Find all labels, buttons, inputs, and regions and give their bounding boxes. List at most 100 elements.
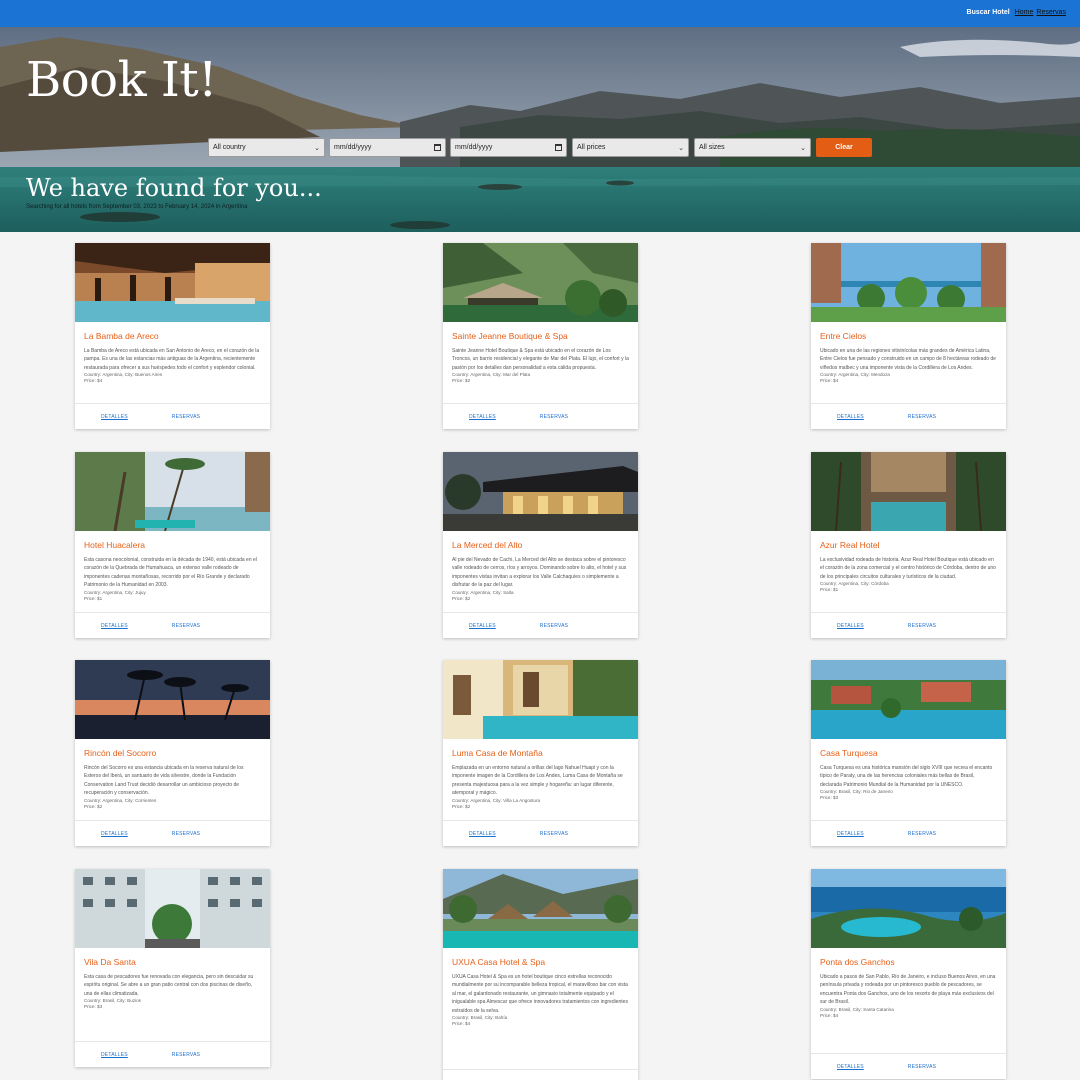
sizes-select[interactable]: All sizes ⌄ — [694, 138, 811, 157]
hotel-photo — [811, 452, 1006, 531]
hotel-name: Luma Casa de Montaña — [452, 748, 543, 758]
detalles-button[interactable]: DETALLES — [837, 623, 864, 629]
sizes-select-value: All sizes — [699, 144, 725, 151]
hotel-card: Azur Real Hotel La exclusividad rodeada d… — [811, 452, 1006, 638]
hotel-name: Hotel Huacalera — [84, 540, 145, 550]
hotel-photo — [443, 243, 638, 322]
hotel-card: UXUA Casa Hotel & Spa UXUA Casa Hotel & S… — [443, 869, 638, 1080]
hotel-photo — [443, 452, 638, 531]
country-select[interactable]: All country ⌄ — [208, 138, 325, 157]
hotel-photo — [443, 869, 638, 948]
hotel-card-body: Ponta dos Ganchos Ubicado a pasos de San … — [811, 948, 1006, 1027]
detalles-button[interactable]: DETALLES — [469, 414, 496, 420]
hotel-card-body: Sainte Jeanne Boutique & Spa Sainte Jeann… — [443, 322, 638, 392]
nav-links: Buscar Hotel Home Reservas — [967, 9, 1066, 16]
hotel-card-body: Luma Casa de Montaña Emplazada en un ento… — [443, 739, 638, 818]
hotel-card-body: La Merced del Alto Al pie del Nevado de C… — [443, 531, 638, 610]
hotel-price: Price: $2 — [452, 378, 471, 384]
hotel-price: Price: $4 — [452, 1021, 471, 1027]
hotel-price: Price: $4 — [820, 1012, 839, 1018]
hotel-card: Hotel Huacalera Esta casona neocolonial, … — [75, 452, 270, 638]
hotel-card-body: Azur Real Hotel La exclusividad rodeada d… — [811, 531, 1006, 601]
prices-select[interactable]: All prices ⌄ — [572, 138, 689, 157]
date-from-placeholder: mm/dd/yyyy — [334, 144, 372, 151]
hotel-card-body: Rincón del Socorro Rincón del Socorro es … — [75, 739, 270, 818]
hotel-card-body: Entre Cielos Ubicado en una de las region… — [811, 322, 1006, 392]
hotel-card-body: UXUA Casa Hotel & Spa UXUA Casa Hotel & S… — [443, 948, 638, 1035]
hotel-card-actions: DETALLES RESERVAS — [443, 820, 638, 846]
hotel-card-actions: DETALLES RESERVAS — [811, 1053, 1006, 1079]
hotel-results-grid: La Bamba de Areco La Bamba de Areco está … — [0, 232, 1080, 1080]
hotel-price: Price: $4 — [820, 378, 839, 384]
hotel-name: Vila Da Santa — [84, 957, 136, 967]
hotel-card: La Bamba de Areco La Bamba de Areco está … — [75, 243, 270, 429]
hotel-name: Entre Cielos — [820, 331, 867, 341]
hotel-description: Emplazada en un entorno natural a orilla… — [452, 765, 623, 797]
hotel-photo — [811, 660, 1006, 739]
top-navbar: Buscar Hotel Home Reservas — [0, 0, 1080, 27]
hotel-card: La Merced del Alto Al pie del Nevado de C… — [443, 452, 638, 638]
search-summary: Searching for all hotels from September … — [26, 204, 248, 210]
hotel-name: Azur Real Hotel — [820, 540, 880, 550]
hotel-card: Entre Cielos Ubicado en una de las region… — [811, 243, 1006, 429]
reservas-button[interactable]: RESERVAS — [172, 1052, 200, 1058]
hotel-description: Esta casona neocolonial, construida en l… — [84, 557, 257, 589]
hotel-card: Rincón del Socorro Rincón del Socorro es … — [75, 660, 270, 846]
hotel-description: Casa Turquesa es una histórica mansión d… — [820, 765, 993, 788]
calendar-icon[interactable] — [434, 144, 441, 151]
clear-button[interactable]: Clear — [816, 138, 872, 157]
nav-home-link[interactable]: Home — [1015, 9, 1034, 16]
date-from-input[interactable]: mm/dd/yyyy — [329, 138, 446, 157]
detalles-button[interactable]: DETALLES — [837, 1064, 864, 1070]
hotel-card-actions: DETALLES RESERVAS — [75, 1041, 270, 1067]
reservas-button[interactable]: RESERVAS — [540, 831, 568, 837]
hotel-card-body: Hotel Huacalera Esta casona neocolonial, … — [75, 531, 270, 610]
detalles-button[interactable]: DETALLES — [837, 831, 864, 837]
nav-reservas-link[interactable]: Reservas — [1036, 9, 1066, 16]
hotel-description: Sainte Jeanne Hotel Boutique & Spa está … — [452, 348, 629, 371]
hotel-card-actions: DETALLES RESERVAS — [75, 403, 270, 429]
hotel-description: UXUA Casa Hotel & Spa es un hotel boutiq… — [452, 974, 628, 1014]
brand-label[interactable]: Buscar Hotel — [967, 9, 1010, 16]
reservas-button[interactable]: RESERVAS — [908, 1064, 936, 1070]
hotel-price: Price: $3 — [84, 1004, 103, 1010]
reservas-button[interactable]: RESERVAS — [172, 623, 200, 629]
results-heading: We have found for you... — [26, 174, 322, 202]
detalles-button[interactable]: DETALLES — [837, 414, 864, 420]
hotel-description: Rincón del Socorro es una estancia ubica… — [84, 765, 244, 797]
hotel-price: Price: $3 — [820, 795, 839, 801]
hotel-price: Price: $1 — [84, 595, 103, 601]
hotel-photo — [811, 869, 1006, 948]
date-to-input[interactable]: mm/dd/yyyy — [450, 138, 567, 157]
hotel-description: Ubicado en una de las regiones vitiviníc… — [820, 348, 996, 371]
reservas-button[interactable]: RESERVAS — [172, 414, 200, 420]
hotel-photo — [75, 243, 270, 322]
detalles-button[interactable]: DETALLES — [101, 623, 128, 629]
hotel-name: Sainte Jeanne Boutique & Spa — [452, 331, 568, 341]
reservas-button[interactable]: RESERVAS — [540, 623, 568, 629]
detalles-button[interactable]: DETALLES — [101, 414, 128, 420]
hotel-card-actions: DETALLES RESERVAS — [75, 612, 270, 638]
hotel-name: La Merced del Alto — [452, 540, 523, 550]
detalles-button[interactable]: DETALLES — [469, 623, 496, 629]
detalles-button[interactable]: DETALLES — [101, 831, 128, 837]
hotel-price: Price: $2 — [452, 803, 471, 809]
reservas-button[interactable]: RESERVAS — [540, 414, 568, 420]
hero-banner: Book It! All country ⌄ mm/dd/yyyy mm/dd/… — [0, 27, 1080, 232]
detalles-button[interactable]: DETALLES — [101, 1052, 128, 1058]
calendar-icon[interactable] — [555, 144, 562, 151]
detalles-button[interactable]: DETALLES — [469, 831, 496, 837]
hotel-price: Price: $2 — [84, 803, 103, 809]
hotel-card: Sainte Jeanne Boutique & Spa Sainte Jeann… — [443, 243, 638, 429]
hotel-card: Vila Da Santa Esta casa de pescadores fue… — [75, 869, 270, 1067]
reservas-button[interactable]: RESERVAS — [908, 414, 936, 420]
reservas-button[interactable]: RESERVAS — [172, 831, 200, 837]
reservas-button[interactable]: RESERVAS — [908, 831, 936, 837]
hotel-card-actions: DETALLES RESERVAS — [443, 612, 638, 638]
hotel-card: Ponta dos Ganchos Ubicado a pasos de San … — [811, 869, 1006, 1079]
hotel-name: UXUA Casa Hotel & Spa — [452, 957, 546, 967]
prices-select-value: All prices — [577, 144, 606, 151]
hotel-card: Luma Casa de Montaña Emplazada en un ento… — [443, 660, 638, 846]
reservas-button[interactable]: RESERVAS — [908, 623, 936, 629]
hotel-card-actions: DETALLES RESERVAS — [75, 820, 270, 846]
